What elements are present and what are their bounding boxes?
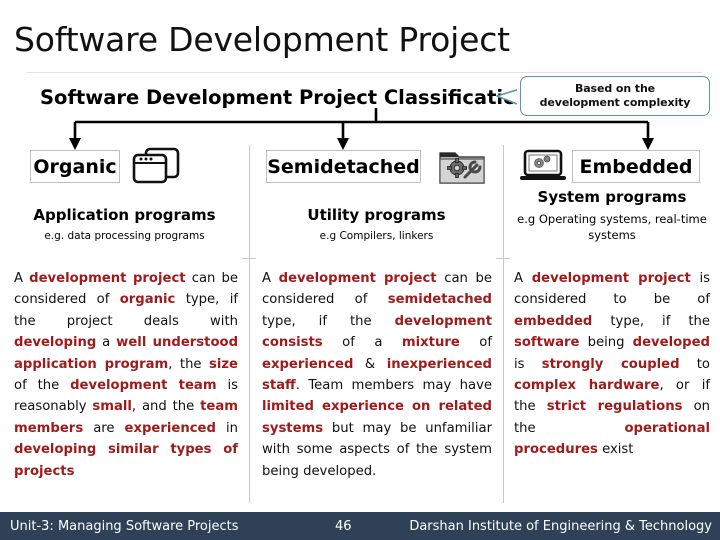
description-organic: A development project can be considered … [14,271,239,479]
folder-utilities-icon [439,152,485,184]
description-semidetached: A development project can be considered … [262,271,493,479]
category-subtitle-organic: Application programs [33,206,216,224]
footer-page-number: 46 [335,518,352,534]
category-box-embedded[interactable]: Embedded [572,150,700,183]
slide: Software Development Project Software De… [0,0,720,540]
category-example-organic: e.g. data processing programs [44,230,205,242]
category-subtitle-semidetached: Utility programs [307,206,446,224]
category-subtitle-embedded: System programs [537,188,687,206]
windows-application-icon [132,147,180,184]
category-box-semidetached[interactable]: Semidetached [266,150,421,183]
column-tick-1 [242,258,256,259]
description-embedded: A development project is considered to b… [514,271,710,458]
laptop-gears-icon [520,149,566,180]
classification-header: Software Development Project Classificat… [40,86,531,109]
category-example-embedded: e.g Operating systems, real-time systems [517,212,707,242]
page-title: Software Development Project [14,20,510,59]
footer-bar: Unit-3: Managing Software Projects 46 Da… [0,512,720,540]
footer-institute-label: Darshan Institute of Engineering & Techn… [409,518,712,534]
category-box-organic[interactable]: Organic [30,150,120,183]
column-divider-1 [249,145,250,503]
category-example-semidetached: e.g Compilers, linkers [319,230,434,242]
column-tick-2 [496,258,510,259]
footer-unit-label: Unit-3: Managing Software Projects [10,518,239,534]
column-divider-2 [503,145,504,503]
title-divider [26,72,702,73]
callout-line-1: Based on the [574,82,656,95]
